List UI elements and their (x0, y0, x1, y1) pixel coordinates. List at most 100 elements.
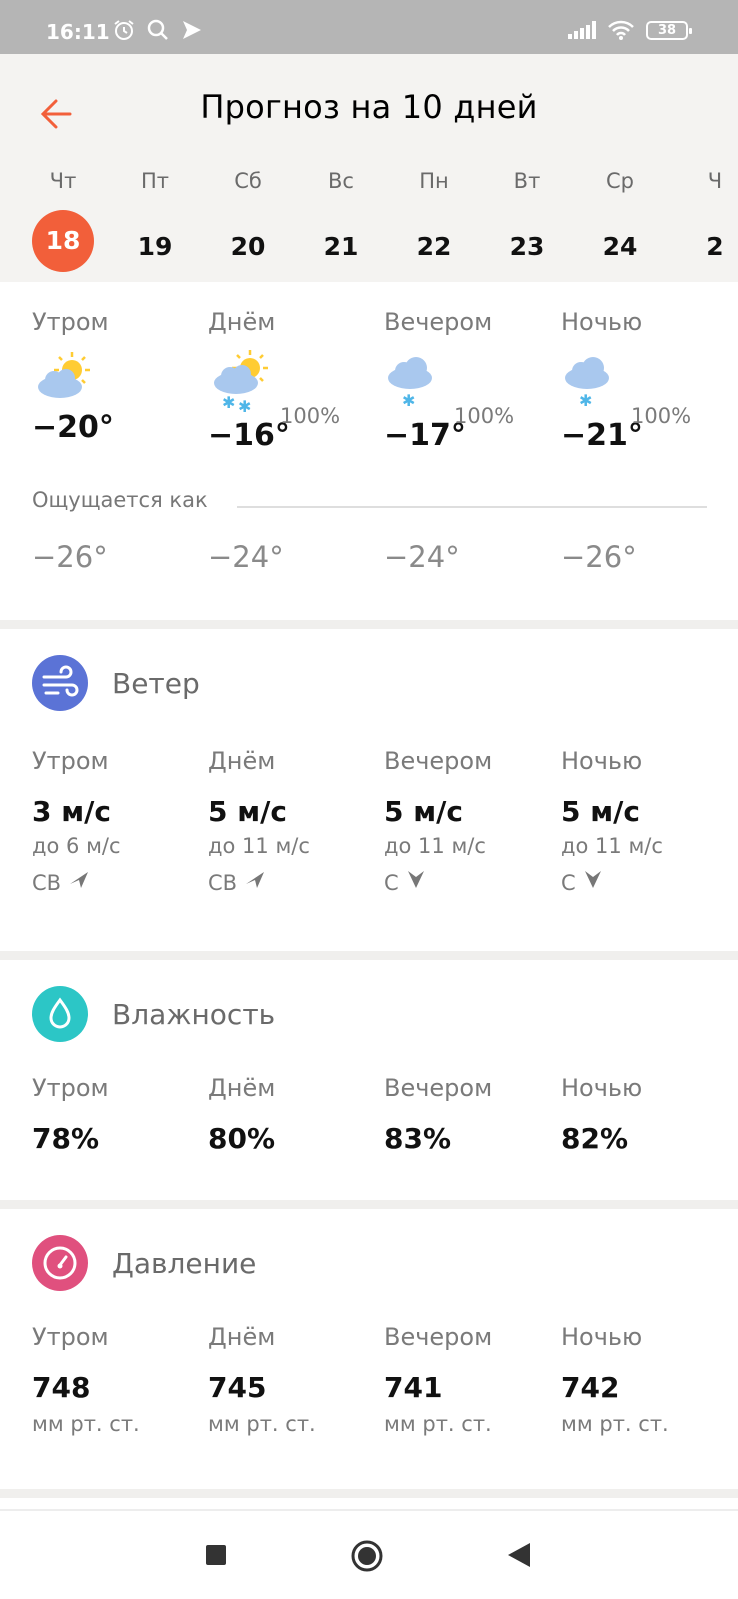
droplet-icon (32, 986, 88, 1042)
feels-like-value: −26° (561, 540, 637, 574)
arrow-northeast-icon (245, 872, 264, 888)
period-label: Вечером (384, 1323, 493, 1351)
pressure-column: Вечером 741 мм рт. ст. (384, 1323, 492, 1436)
day-item[interactable]: Пн 22 (399, 166, 469, 276)
day-number: 20 (230, 232, 266, 261)
pressure-unit: мм рт. ст. (32, 1412, 140, 1436)
day-item[interactable]: Вт 23 (492, 166, 562, 276)
pressure-unit: мм рт. ст. (561, 1412, 669, 1436)
pressure-value: 748 (32, 1371, 91, 1404)
period-label: Днём (208, 1323, 276, 1351)
day-number: 21 (323, 232, 359, 261)
wind-column: Ночью 5 м/с до 11 м/с С (561, 747, 663, 895)
day-item[interactable]: Ч 2 (680, 166, 738, 276)
feels-like-value: −24° (384, 540, 460, 574)
wind-icon (32, 655, 88, 711)
humidity-column: Ночью 82% (561, 1074, 642, 1155)
temp-column: Утром −20° (32, 308, 114, 445)
status-time: 16:11 (46, 20, 110, 44)
cloud-snow-icon: ✱ (565, 357, 609, 410)
section-title: Ветер (112, 667, 200, 700)
signal-icon (568, 21, 596, 39)
feels-like-value: −24° (208, 540, 284, 574)
battery-icon: 38 (646, 20, 692, 40)
period-label: Утром (32, 1323, 109, 1351)
svg-text:✱: ✱ (238, 397, 251, 414)
temperature-value: −16° (208, 418, 290, 453)
wind-direction: СВ (208, 871, 238, 895)
humidity-value: 83% (384, 1122, 452, 1155)
period-label: Днём (208, 1074, 276, 1102)
section-divider (0, 620, 738, 629)
humidity-column: Утром 78% (32, 1074, 109, 1155)
day-item[interactable]: Сб 20 (213, 166, 283, 276)
period-label: Ночью (561, 308, 643, 336)
day-strip[interactable]: Чт 18 Пт 19 Сб 20 Вс 21 Пн 22 Вт 23 Ср 2… (0, 166, 738, 276)
home-button[interactable] (350, 1539, 384, 1573)
wind-speed: 5 м/с (208, 795, 287, 828)
day-weekday: Вс (328, 169, 354, 193)
wind-direction: С (561, 871, 576, 895)
back-button[interactable] (506, 1541, 532, 1569)
wind-gust: до 11 м/с (384, 834, 486, 858)
wind-column: Вечером 5 м/с до 11 м/с С (384, 747, 492, 895)
wind-direction: С (384, 871, 399, 895)
alarm-icon (114, 20, 134, 40)
pressure-value: 745 (208, 1371, 267, 1404)
humidity-value: 80% (208, 1122, 276, 1155)
period-label: Днём (208, 747, 276, 775)
day-weekday: Пт (140, 169, 170, 193)
cloud-snow-icon: ✱ (388, 357, 432, 410)
section-title: Давление (112, 1247, 257, 1280)
svg-text:✱: ✱ (579, 391, 592, 410)
pressure-value: 741 (384, 1371, 443, 1404)
wind-speed: 3 м/с (32, 795, 111, 828)
day-item[interactable]: Ср 24 (585, 166, 655, 276)
section-divider (0, 1200, 738, 1209)
period-label: Ночью (561, 1323, 643, 1351)
day-item[interactable]: Пт 19 (120, 166, 190, 276)
humidity-value: 78% (32, 1122, 100, 1155)
day-weekday: Чт (49, 169, 77, 193)
day-number: 2 (706, 232, 724, 261)
day-item[interactable]: Чт 18 (28, 166, 98, 272)
status-bar: 16:11 38 (0, 0, 738, 54)
feels-like-label: Ощущается как (32, 488, 208, 512)
temp-column: Вечером ✱ −17° 100% (384, 308, 514, 453)
system-nav-bar (0, 1509, 738, 1599)
wind-column: Утром 3 м/с до 6 м/с СВ (32, 747, 121, 895)
day-number: 24 (602, 232, 638, 261)
wind-section: Ветер Утром 3 м/с до 6 м/с СВ Днём 5 м/с… (0, 629, 738, 951)
day-weekday: Пн (419, 169, 449, 193)
pressure-unit: мм рт. ст. (384, 1412, 492, 1436)
wind-speed: 5 м/с (561, 795, 640, 828)
precip-probability: 100% (631, 404, 692, 428)
precip-probability: 100% (280, 404, 341, 428)
svg-text:✱: ✱ (402, 391, 415, 410)
wind-gust: до 6 м/с (32, 834, 121, 858)
period-label: Утром (32, 747, 109, 775)
wind-direction: СВ (32, 871, 62, 895)
feels-like-value: −26° (32, 540, 108, 574)
day-weekday: Ч (707, 169, 723, 193)
arrow-north-icon (585, 871, 602, 888)
day-number: 22 (416, 232, 452, 261)
page-title: Прогноз на 10 дней (200, 88, 538, 126)
day-item[interactable]: Вс 21 (306, 166, 376, 276)
temperature-value: −20° (32, 410, 114, 445)
humidity-section: Влажность Утром 78% Днём 80% Вечером 83%… (0, 960, 738, 1200)
gauge-icon (32, 1235, 88, 1291)
svg-text:✱: ✱ (222, 393, 235, 412)
pressure-column: Утром 748 мм рт. ст. (32, 1323, 140, 1436)
search-icon (147, 19, 168, 40)
day-number: 19 (137, 232, 173, 261)
period-label: Ночью (561, 1074, 643, 1102)
recents-button[interactable] (205, 1544, 227, 1566)
wind-gust: до 11 м/с (561, 834, 663, 858)
period-label: Утром (32, 1074, 109, 1102)
section-title: Влажность (112, 998, 276, 1031)
day-weekday: Вт (513, 169, 541, 193)
humidity-value: 82% (561, 1122, 629, 1155)
day-weekday: Сб (234, 169, 262, 193)
wind-column: Днём 5 м/с до 11 м/с СВ (208, 747, 310, 895)
